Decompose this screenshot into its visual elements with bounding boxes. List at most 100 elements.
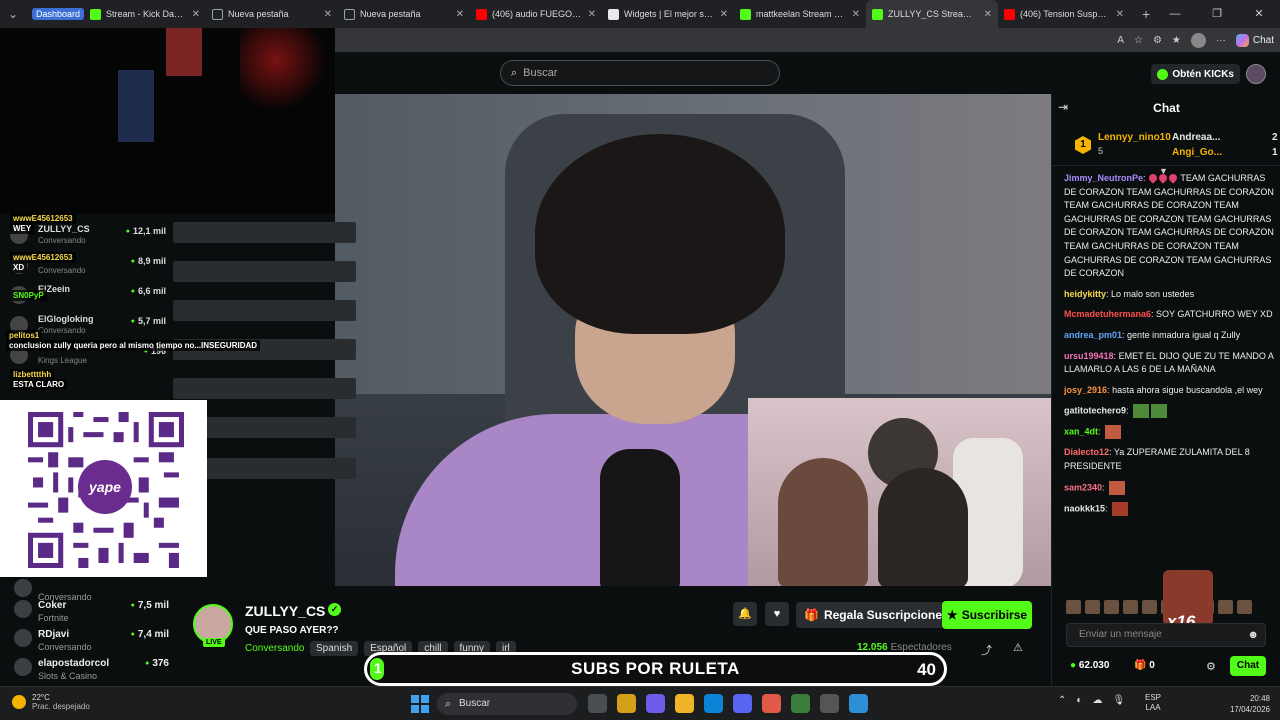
close-window-icon[interactable]: ✕: [1238, 0, 1280, 28]
user-avatar[interactable]: [1246, 64, 1266, 84]
app-icon[interactable]: [849, 694, 868, 713]
tab-close-icon[interactable]: ✕: [720, 9, 728, 20]
app-icon[interactable]: [617, 694, 636, 713]
stream-category[interactable]: Conversando: [245, 643, 304, 654]
gift-subs-button[interactable]: 🎁 Regala Suscripciones: [796, 602, 957, 628]
taskbar-search[interactable]: Buscar: [437, 693, 577, 715]
tab-youtube-audio[interactable]: (406) audio FUEGO, FUEGO ✕: [470, 0, 602, 28]
chat-username[interactable]: naokkk15: [1064, 503, 1105, 513]
chat-username[interactable]: heidykitty: [1064, 289, 1106, 299]
leaderboard-user[interactable]: Andreaa...: [1172, 132, 1220, 143]
edge-icon[interactable]: [704, 694, 723, 713]
discord-icon[interactable]: [733, 694, 752, 713]
kicks-balance[interactable]: ● 62.030: [1070, 660, 1109, 671]
gift-icon: 🎁: [804, 608, 819, 622]
channel-row[interactable]: RDjavi Conversando 7,4 mil: [14, 627, 169, 655]
chat-message-input[interactable]: Enviar un mensaje ☻: [1066, 623, 1266, 647]
browser-toolbar: A ☆ ⚙ ★ ··· Chat: [335, 28, 1280, 52]
chat-message: xan_4dt:: [1064, 425, 1276, 440]
notifications-bell-icon[interactable]: 🔔: [733, 602, 757, 626]
chat-send-button[interactable]: Chat: [1230, 656, 1266, 676]
kick-coin-icon: ●: [1070, 660, 1077, 671]
chat-username[interactable]: xan_4dt: [1064, 427, 1098, 437]
gift-balance[interactable]: 🎁 0: [1134, 660, 1155, 671]
report-warning-icon[interactable]: ⚠: [1013, 641, 1023, 654]
chat-username[interactable]: ursu199418: [1064, 351, 1114, 361]
chat-username[interactable]: Mcmadetuhermana6: [1064, 309, 1151, 319]
app-icon[interactable]: [762, 694, 781, 713]
tray-app-icon[interactable]: ◐: [1076, 695, 1082, 706]
weather-widget[interactable]: 22°C Prac. despejado: [12, 693, 90, 711]
tab-kick-dashboard[interactable]: Dashboard Stream - Kick Dashboard ✕: [26, 0, 206, 28]
chat-username[interactable]: sam2340: [1064, 482, 1102, 492]
chat-username[interactable]: Jimmy_NeutronPe: [1064, 173, 1143, 183]
chat-footer: ● 62.030 🎁 0 ⚙ Chat: [1052, 654, 1280, 680]
task-view-icon[interactable]: [588, 694, 607, 713]
overlay-camera: [0, 28, 335, 214]
tab-new-2[interactable]: Nueva pestaña ✕: [338, 0, 470, 28]
tab-close-icon[interactable]: ✕: [588, 9, 596, 20]
leaderboard-user[interactable]: Lennyy_nino10: [1098, 132, 1171, 143]
overlay-chat-text: ESTA CLARO: [10, 379, 68, 390]
tab-youtube-tension[interactable]: (406) Tension Suspense Ca ✕: [998, 0, 1130, 28]
microphone-icon[interactable]: 🎙: [1112, 695, 1125, 706]
chat-username[interactable]: gatitotechero9: [1064, 406, 1126, 416]
tab-close-icon[interactable]: ✕: [324, 9, 332, 20]
favorite-icon[interactable]: ☆: [1134, 35, 1143, 46]
input-language[interactable]: ESP LAA: [1145, 693, 1161, 713]
cloud-icon[interactable]: ☁: [1092, 695, 1102, 706]
profile-avatar[interactable]: [1190, 32, 1206, 48]
emoji-picker-icon[interactable]: ☻: [1247, 624, 1259, 646]
chat-username[interactable]: josy_2916: [1064, 385, 1107, 395]
tab-close-icon[interactable]: ✕: [456, 9, 464, 20]
subscribe-button[interactable]: ★ Suscribirse: [942, 601, 1032, 629]
tab-close-icon[interactable]: ✕: [984, 9, 992, 20]
page-favicon-icon: [344, 8, 355, 20]
taskbar-clock[interactable]: 20:48 17/04/2026: [1216, 693, 1270, 715]
windows-taskbar: 22°C Prac. despejado Buscar ⌃ ◐ ☁ 🎙 ESP: [0, 686, 1280, 720]
tab-new-1[interactable]: Nueva pestaña ✕: [206, 0, 338, 28]
minimize-icon[interactable]: —: [1154, 0, 1196, 28]
file-explorer-icon[interactable]: [675, 694, 694, 713]
chat-username[interactable]: Dialecto12: [1064, 447, 1109, 457]
window-controls: — ❐ ✕: [1154, 0, 1280, 28]
tag[interactable]: Spanish: [310, 641, 359, 656]
verified-check-icon: ✓: [328, 603, 341, 616]
read-aloud-icon[interactable]: A: [1117, 35, 1124, 46]
follow-heart-icon[interactable]: ♥: [765, 602, 789, 626]
system-tray: ⌃ ◐ ☁ 🎙: [1058, 695, 1125, 706]
overlay-chat-message: pelitos1 conclusion zully queria pero al…: [6, 330, 261, 351]
copilot-app-icon[interactable]: [646, 694, 665, 713]
channel-row[interactable]: Coker Fortnite 7,5 mil: [14, 598, 169, 626]
more-menu-icon[interactable]: ···: [1216, 35, 1226, 46]
tab-close-icon[interactable]: ✕: [1116, 9, 1124, 20]
copilot-chat-button[interactable]: Chat: [1235, 33, 1274, 47]
tab-group-pill[interactable]: Dashboard: [32, 8, 85, 20]
overlay-chat-text: XD: [10, 262, 28, 273]
chat-settings-gear-icon[interactable]: ⚙: [1206, 660, 1216, 673]
app-icon[interactable]: [791, 694, 810, 713]
tab-mattkeelan[interactable]: mattkeelan Stream - Watch ✕: [734, 0, 866, 28]
search-input[interactable]: ⌕ Buscar: [500, 60, 780, 86]
video-player[interactable]: [335, 94, 1051, 586]
get-kicks-button[interactable]: Obtén KICKs: [1151, 64, 1240, 84]
show-hidden-icons-icon[interactable]: ⌃: [1058, 695, 1066, 706]
chat-username[interactable]: andrea_pm01: [1064, 330, 1122, 340]
new-tab-button[interactable]: +: [1142, 6, 1150, 22]
maximize-icon[interactable]: ❐: [1196, 0, 1238, 28]
tab-actions-menu-icon[interactable]: ⌄: [0, 0, 26, 28]
channel-row[interactable]: elapostadorcol Slots & Casino 376: [14, 656, 169, 684]
tab-close-icon[interactable]: ✕: [192, 9, 200, 20]
tab-widgets[interactable]: Widgets | El mejor software ✕: [602, 0, 734, 28]
obs-icon[interactable]: [820, 694, 839, 713]
leaderboard-count: 5: [1098, 146, 1104, 156]
leaderboard-user[interactable]: Angi_Go...: [1172, 147, 1222, 158]
chat-message: sam2340:: [1064, 480, 1276, 495]
extensions-icon[interactable]: ⚙: [1153, 35, 1162, 46]
tab-zullyy-active[interactable]: ZULLYY_CS Stream - W ✕: [866, 0, 998, 28]
share-icon[interactable]: ⤴: [981, 642, 992, 658]
favorites-icon[interactable]: ★: [1172, 35, 1181, 46]
tab-close-icon[interactable]: ✕: [852, 9, 860, 20]
windows-start-icon[interactable]: [411, 695, 429, 713]
streamer-name[interactable]: ZULLYY_CS: [245, 603, 325, 619]
